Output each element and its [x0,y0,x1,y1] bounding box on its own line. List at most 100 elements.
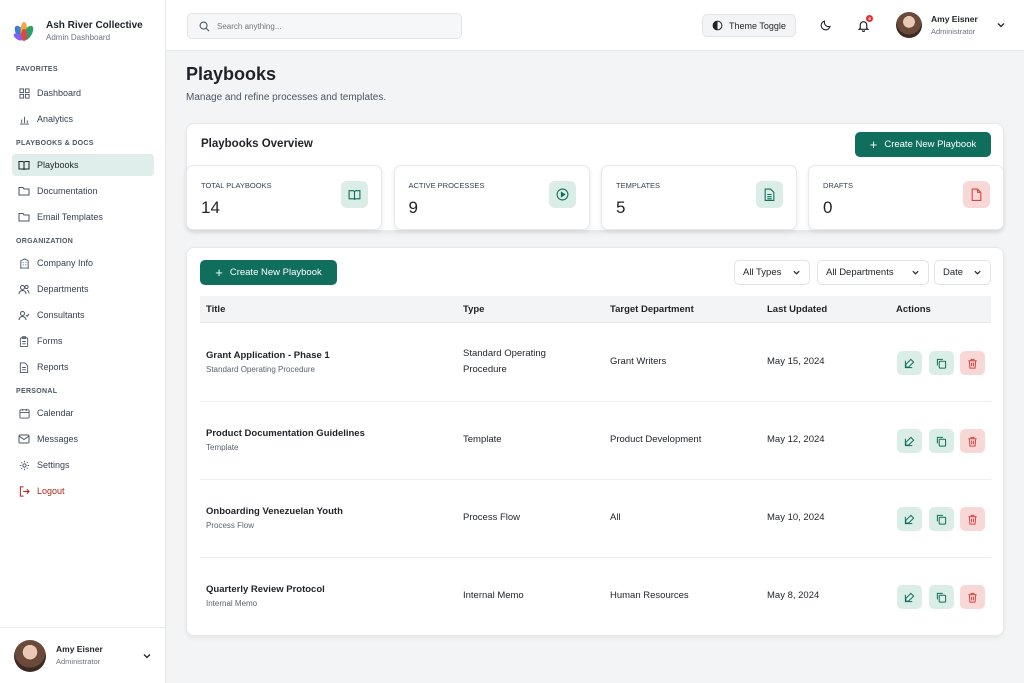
topbar: Theme Toggle 4 Amy Eisner Administrator [166,0,1024,51]
theme-toggle-button[interactable]: Theme Toggle [702,14,796,37]
delete-button[interactable] [960,351,985,375]
delete-button[interactable] [960,585,985,609]
sidebar-user-menu[interactable]: Amy Eisner Administrator [0,627,166,683]
duplicate-button[interactable] [929,351,954,375]
playbook-title[interactable]: Onboarding Venezuelan Youth [206,504,343,520]
bar-chart-icon [18,113,30,125]
dark-mode-button[interactable] [818,17,834,33]
stat-label: TEMPLATES [616,181,661,190]
sidebar-item-departments[interactable]: Departments [12,278,154,300]
playbook-subtitle: Standard Operating Procedure [206,365,315,374]
brand[interactable]: Ash River Collective Admin Dashboard [0,0,165,50]
copy-icon [936,514,947,525]
playbook-updated: May 12, 2024 [767,434,825,445]
duplicate-button[interactable] [929,429,954,453]
sidebar-item-consultants[interactable]: Consultants [12,304,154,326]
sidebar-item-analytics[interactable]: Analytics [12,108,154,130]
user-check-icon [18,309,30,321]
playbook-subtitle: Process Flow [206,521,255,530]
plus-icon: + [215,264,223,280]
edit-button[interactable] [897,351,922,375]
search-input[interactable] [217,21,437,31]
user-menu[interactable]: Amy Eisner Administrator [896,12,1006,38]
delete-button[interactable] [960,429,985,453]
table-row[interactable]: Grant Application - Phase 1 Standard Ope… [200,324,991,402]
playbook-title[interactable]: Quarterly Review Protocol [206,582,325,598]
create-playbook-label: Create New Playbook [884,139,977,150]
sidebar-item-logout[interactable]: Logout [12,480,154,502]
stat-label: TOTAL PLAYBOOKS [201,181,272,190]
draft-file-icon [963,181,990,208]
sidebar-item-messages[interactable]: Messages [12,428,154,450]
sidebar-item-label: Forms [37,336,63,346]
type-filter-select[interactable]: All Types [734,260,810,285]
create-playbook-button[interactable]: + Create New Playbook [200,260,337,285]
folder-icon [18,211,30,223]
delete-button[interactable] [960,507,985,531]
document-icon [756,181,783,208]
playbook-updated: May 8, 2024 [767,590,820,601]
brand-subtitle: Admin Dashboard [46,33,111,42]
stat-value: 5 [616,198,626,217]
chevron-down-icon[interactable] [996,20,1006,30]
sidebar-item-label: Logout [37,486,65,496]
sidebar-item-label: Analytics [37,114,74,124]
edit-icon [904,358,915,369]
sidebar-item-playbooks[interactable]: Playbooks [12,154,154,176]
date-filter-select[interactable]: Date [934,260,991,285]
trash-icon [967,358,978,369]
chevron-down-icon[interactable] [142,651,152,661]
contrast-icon [712,20,723,31]
section-label-organization: ORGANIZATION [16,238,74,245]
department-filter-select[interactable]: All Departments [817,260,929,285]
table-row[interactable]: Quarterly Review Protocol Internal Memo … [200,558,991,636]
book-open-icon [341,181,368,208]
playbook-department: Human Resources [610,590,689,601]
sidebar-item-label: Settings [37,460,70,470]
edit-button[interactable] [897,429,922,453]
sidebar-item-label: Dashboard [37,88,82,98]
sidebar-nav: FAVORITES Dashboard Analytics PLAYBOOKS … [0,66,166,502]
trash-icon [967,514,978,525]
duplicate-button[interactable] [929,507,954,531]
calendar-icon [18,407,30,419]
copy-icon [936,358,947,369]
edit-button[interactable] [897,507,922,531]
create-playbook-button[interactable]: + Create New Playbook [855,132,991,157]
play-circle-icon [548,181,576,208]
sidebar-item-email-templates[interactable]: Email Templates [12,206,154,228]
stat-card-templates: TEMPLATES 5 [601,165,797,230]
type-filter-value: All Types [743,267,782,278]
playbook-type: Template [463,434,502,445]
sidebar-item-calendar[interactable]: Calendar [12,402,154,424]
building-icon [18,257,30,269]
sidebar-item-settings[interactable]: Settings [12,454,154,476]
duplicate-button[interactable] [929,585,954,609]
playbook-title[interactable]: Grant Application - Phase 1 [206,348,330,364]
table-row[interactable]: Product Documentation Guidelines Templat… [200,402,991,480]
logout-icon [18,485,30,497]
sidebar-item-reports[interactable]: Reports [12,356,154,378]
sidebar-item-documentation[interactable]: Documentation [12,180,154,202]
notifications-button[interactable]: 4 [855,15,873,33]
table-row[interactable]: Onboarding Venezuelan Youth Process Flow… [200,480,991,558]
sidebar-item-label: Messages [37,434,79,444]
section-label-playbooks-docs: PLAYBOOKS & DOCS [16,140,94,147]
search-bar[interactable] [187,13,462,39]
sidebar-item-company-info[interactable]: Company Info [12,252,154,274]
column-header-last-updated: Last Updated [767,304,828,315]
chevron-down-icon [911,268,920,277]
copy-icon [936,436,947,447]
playbook-title[interactable]: Product Documentation Guidelines [206,426,365,442]
edit-button[interactable] [897,585,922,609]
stat-label: DRAFTS [823,181,853,190]
playbook-department: Grant Writers [610,356,667,367]
avatar [14,639,46,672]
sidebar-item-dashboard[interactable]: Dashboard [12,82,154,104]
stat-card-total-playbooks: TOTAL PLAYBOOKS 14 [186,165,382,230]
sidebar-item-forms[interactable]: Forms [12,330,154,352]
clipboard-icon [18,335,30,347]
users-icon [18,283,30,295]
playbook-subtitle: Template [206,443,239,452]
date-filter-value: Date [943,267,964,278]
